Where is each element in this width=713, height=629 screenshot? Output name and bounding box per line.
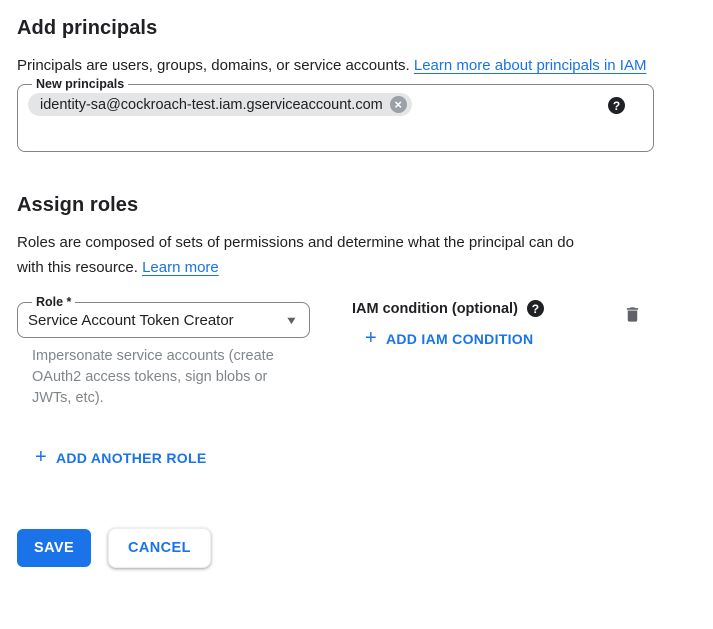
page-title: Add principals [17,16,696,41]
new-principals-field-content: identity-sa@cockroach-test.iam.gservicea… [28,91,643,116]
role-select-value-row[interactable]: Service Account Token Creator ▼ [28,309,299,329]
assign-roles-title: Assign roles [17,193,696,218]
role-helper-text: Impersonate service accounts (create OAu… [32,346,306,409]
principal-chip[interactable]: identity-sa@cockroach-test.iam.gservicea… [28,93,412,116]
role-row: Role * Service Account Token Creator ▼ I… [17,296,696,409]
role-selected-value: Service Account Token Creator [28,312,234,329]
plus-icon: + [35,447,47,467]
add-another-role-button[interactable]: + ADD ANOTHER ROLE [35,449,207,467]
principals-intro-text: Principals are users, groups, domains, o… [17,53,665,78]
role-select[interactable]: Role * Service Account Token Creator ▼ [17,296,310,338]
add-iam-condition-label: ADD IAM CONDITION [386,331,533,347]
iam-condition-label: IAM condition (optional) [352,301,518,317]
delete-role-button[interactable] [619,301,646,328]
roles-description-text: Roles are composed of sets of permission… [17,230,595,280]
new-principals-label: New principals [32,78,128,91]
cancel-button[interactable]: CANCEL [108,528,211,568]
add-iam-condition-button[interactable]: + ADD IAM CONDITION [365,330,533,348]
learn-more-roles-link[interactable]: Learn more [142,259,219,276]
plus-icon: + [365,328,377,348]
iam-condition-help-icon[interactable]: ? [527,300,544,317]
chip-remove-icon[interactable]: × [390,96,407,113]
iam-condition-label-row: IAM condition (optional) ? [352,300,544,317]
action-buttons-row: SAVE CANCEL [17,528,696,568]
principals-help-icon[interactable]: ? [608,97,625,114]
role-label: Role * [32,296,75,309]
principal-chip-text: identity-sa@cockroach-test.iam.gservicea… [40,97,383,113]
chevron-down-icon: ▼ [285,315,299,327]
trash-icon [623,312,642,327]
add-another-role-label: ADD ANOTHER ROLE [56,450,207,466]
add-principals-panel: Add principals Principals are users, gro… [0,0,713,568]
save-button[interactable]: SAVE [17,529,91,567]
roles-description-span: Roles are composed of sets of permission… [17,234,574,276]
iam-condition-column: IAM condition (optional) ? + ADD IAM CON… [352,296,544,349]
new-principals-field[interactable]: New principals identity-sa@cockroach-tes… [17,78,654,152]
principals-intro-span: Principals are users, groups, domains, o… [17,57,410,74]
role-column: Role * Service Account Token Creator ▼ I… [17,296,332,409]
learn-more-principals-link[interactable]: Learn more about principals in IAM [414,57,647,74]
